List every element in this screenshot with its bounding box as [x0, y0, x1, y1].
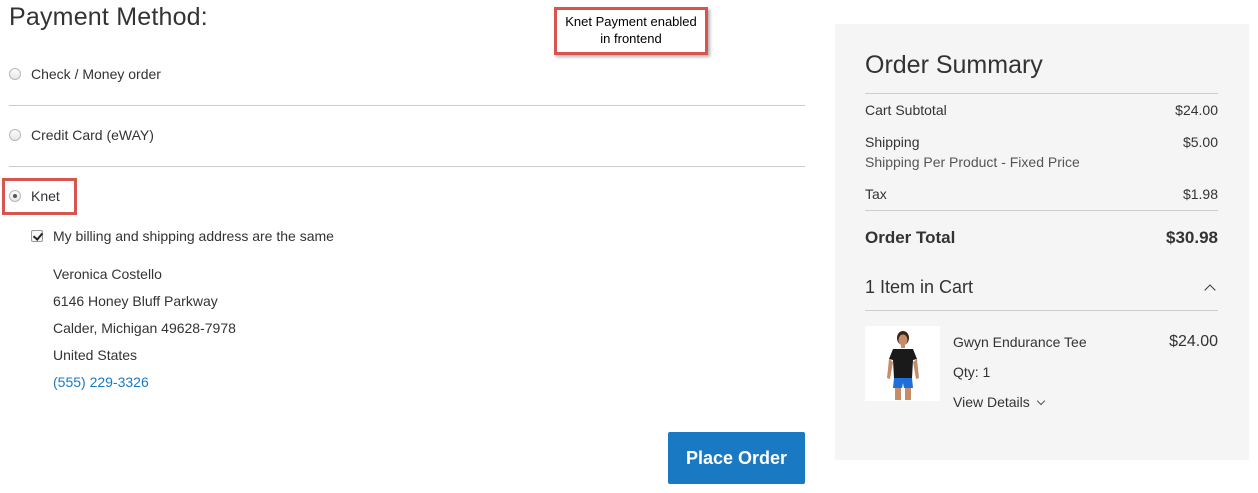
order-summary-title: Order Summary: [865, 51, 1043, 79]
payment-method-title: Payment Method:: [9, 3, 208, 31]
radio-credit-card[interactable]: [9, 129, 21, 141]
payment-option-check-money[interactable]: Check / Money order: [9, 66, 161, 82]
payment-option-credit-card[interactable]: Credit Card (eWAY): [9, 127, 154, 143]
items-in-cart-label: 1 Item in Cart: [865, 277, 974, 297]
address-country: United States: [53, 347, 138, 363]
annotation-line-1: Knet Payment enabled: [565, 14, 697, 29]
billing-same-checkbox[interactable]: [31, 230, 43, 242]
divider: [9, 105, 805, 106]
product-thumbnail: [865, 326, 940, 401]
shipping-value: $5.00: [1182, 134, 1218, 150]
divider: [865, 210, 1218, 211]
tax-row: Tax $1.98: [865, 186, 1218, 202]
payment-option-knet[interactable]: Knet: [9, 188, 60, 204]
address-phone-link[interactable]: (555) 229-3326: [53, 369, 236, 396]
annotation-callout: Knet Payment enabled in frontend: [554, 7, 708, 55]
billing-same-label: My billing and shipping address are the …: [53, 228, 334, 244]
payment-option-label: Knet: [31, 188, 60, 204]
items-in-cart-toggle[interactable]: 1 Item in Cart: [865, 277, 1218, 298]
payment-option-label: Credit Card (eWAY): [31, 127, 154, 143]
shipping-method: Shipping Per Product - Fixed Price: [865, 154, 1080, 170]
order-summary-panel: Order Summary Cart Subtotal $24.00 Shipp…: [835, 24, 1249, 460]
product-price: $24.00: [1169, 333, 1218, 350]
billing-address: Veronica Costello 6146 Honey Bluff Parkw…: [53, 261, 236, 396]
chevron-down-icon: [1036, 396, 1046, 405]
product-qty: Qty: 1: [953, 364, 991, 380]
divider: [865, 93, 1218, 94]
chevron-up-icon: [1204, 283, 1216, 296]
divider: [865, 310, 1218, 311]
divider: [9, 166, 805, 167]
shipping-row: Shipping $5.00: [865, 134, 1218, 150]
address-street: 6146 Honey Bluff Parkway: [53, 293, 218, 309]
cart-subtotal-row: Cart Subtotal $24.00: [865, 102, 1218, 118]
order-total-value: $30.98: [1166, 228, 1218, 247]
address-city: Calder, Michigan 49628-7978: [53, 320, 236, 336]
cart-subtotal-label: Cart Subtotal: [865, 102, 947, 118]
tax-value: $1.98: [1182, 186, 1218, 202]
cart-subtotal-value: $24.00: [1175, 102, 1218, 118]
view-details-label: View Details: [953, 394, 1030, 410]
place-order-button[interactable]: Place Order: [668, 432, 805, 484]
radio-knet[interactable]: [9, 190, 21, 202]
shipping-label: Shipping: [865, 134, 920, 150]
order-total-label: Order Total: [865, 228, 956, 247]
tax-label: Tax: [865, 186, 887, 202]
billing-same-as-shipping[interactable]: My billing and shipping address are the …: [31, 228, 334, 244]
address-name: Veronica Costello: [53, 266, 162, 282]
view-details-toggle[interactable]: View Details: [953, 394, 1046, 410]
product-name: Gwyn Endurance Tee: [953, 334, 1087, 350]
order-total-row: Order Total $30.98: [865, 228, 1218, 248]
payment-option-label: Check / Money order: [31, 66, 161, 82]
radio-check-money[interactable]: [9, 68, 21, 80]
annotation-line-2: in frontend: [600, 31, 662, 46]
